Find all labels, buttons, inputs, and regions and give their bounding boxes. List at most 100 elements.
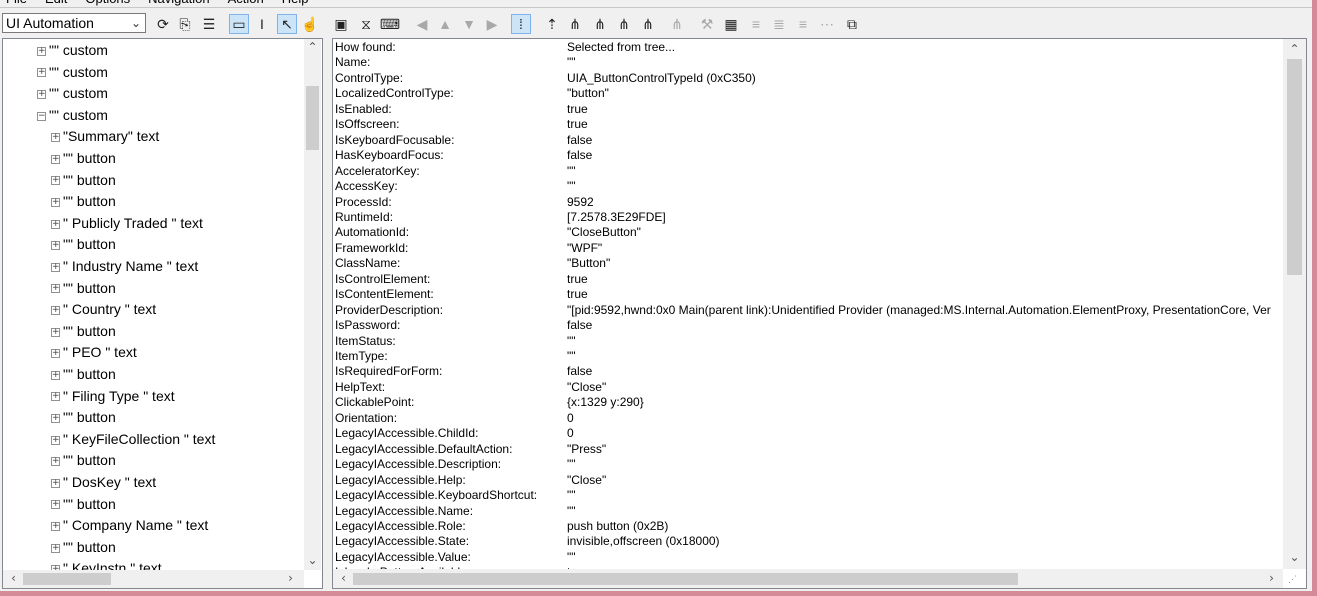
property-row[interactable]: RuntimeId: [7.2578.3E29FDE] bbox=[335, 210, 1280, 226]
menu-item-options[interactable]: Options bbox=[85, 0, 130, 6]
tree-item[interactable]: − "" custom bbox=[37, 105, 108, 126]
expand-icon[interactable]: + bbox=[51, 262, 60, 272]
goto-tree-button[interactable]: ⋔ bbox=[667, 14, 687, 34]
properties-horizontal-scroll-thumb[interactable] bbox=[353, 573, 1018, 585]
property-row[interactable]: ClassName: "Button" bbox=[335, 256, 1280, 272]
tree-item[interactable]: + " Country " text bbox=[51, 299, 156, 320]
goto-prev-sibling-button[interactable]: ⋔ bbox=[590, 14, 610, 34]
expand-icon[interactable]: + bbox=[51, 435, 60, 445]
highlight-rectangle-button[interactable]: ▭ bbox=[229, 14, 249, 34]
property-row[interactable]: AccessKey: "" bbox=[335, 179, 1280, 195]
tree-vertical-scrollbar[interactable]: ⌃ ⌄ bbox=[304, 39, 321, 570]
nav-back-button[interactable]: ◀ bbox=[412, 14, 432, 34]
property-row[interactable]: LegacyIAccessible.Name: "" bbox=[335, 504, 1280, 520]
menu-item-action[interactable]: Action bbox=[228, 0, 264, 6]
tree-item[interactable]: + "" button bbox=[51, 234, 116, 255]
tree-item[interactable]: + "" custom bbox=[37, 62, 108, 83]
focus-track-button[interactable]: ▣ bbox=[331, 14, 351, 34]
expand-icon[interactable]: + bbox=[51, 197, 60, 207]
expand-icon[interactable]: + bbox=[51, 219, 60, 229]
properties-button[interactable]: ☰ bbox=[199, 14, 219, 34]
menu-item-file[interactable]: File bbox=[6, 0, 27, 6]
property-row[interactable]: ProviderDescription: "[pid:9592,hwnd:0x0 … bbox=[335, 303, 1280, 319]
goto-parent-button[interactable]: ⇡ bbox=[542, 14, 562, 34]
chevron-down-icon[interactable]: ⌄ bbox=[131, 14, 141, 32]
expand-icon[interactable]: + bbox=[37, 89, 46, 99]
action-3-button[interactable]: ≡ bbox=[793, 14, 813, 34]
action-2-button[interactable]: ≣ bbox=[769, 14, 789, 34]
property-row[interactable]: ClickablePoint: {x:1329 y:290} bbox=[335, 395, 1280, 411]
tree-item[interactable]: + "" button bbox=[51, 278, 116, 299]
scroll-down-arrow-icon[interactable]: ⌄ bbox=[304, 552, 321, 569]
property-row[interactable]: IsOffscreen: true bbox=[335, 117, 1280, 133]
goto-first-child-button[interactable]: ⋔ bbox=[565, 14, 585, 34]
expand-icon[interactable]: + bbox=[37, 46, 46, 56]
property-row[interactable]: LegacyIAccessible.KeyboardShortcut: "" bbox=[335, 488, 1280, 504]
property-row[interactable]: IsPassword: false bbox=[335, 318, 1280, 334]
property-row[interactable]: LegacyIAccessible.DefaultAction: "Press" bbox=[335, 442, 1280, 458]
scroll-left-arrow-icon[interactable]: ‹ bbox=[5, 570, 22, 587]
resize-grip-icon[interactable]: ⋰ bbox=[1288, 572, 1302, 586]
property-row[interactable]: LegacyIAccessible.Value: "" bbox=[335, 550, 1280, 566]
tree-vertical-scroll-thumb[interactable] bbox=[306, 86, 319, 150]
scroll-up-arrow-icon[interactable]: ⌃ bbox=[1286, 41, 1303, 58]
property-row[interactable]: LegacyIAccessible.State: invisible,offscr… bbox=[335, 534, 1280, 550]
property-row[interactable]: LegacyIAccessible.Help: "Close" bbox=[335, 473, 1280, 489]
expand-icon[interactable]: + bbox=[51, 133, 60, 143]
tree-view-button[interactable]: ⁞ bbox=[511, 14, 531, 34]
pane-splitter[interactable] bbox=[323, 38, 332, 589]
tree-item[interactable]: + " KeyFileCollection " text bbox=[51, 429, 215, 450]
property-row[interactable]: HasKeyboardFocus: false bbox=[335, 148, 1280, 164]
events-button[interactable]: ⧉ bbox=[842, 14, 862, 34]
tree-horizontal-scrollbar[interactable]: ‹ › bbox=[3, 570, 304, 588]
expand-icon[interactable]: + bbox=[51, 543, 60, 553]
properties-vertical-scroll-thumb[interactable] bbox=[1287, 59, 1302, 275]
tree-horizontal-scroll-thumb[interactable] bbox=[23, 573, 111, 585]
expand-icon[interactable]: + bbox=[51, 478, 60, 488]
select-pointer-button[interactable]: ↖ bbox=[277, 14, 297, 34]
property-row[interactable]: HelpText: "Close" bbox=[335, 380, 1280, 396]
collapse-icon[interactable]: − bbox=[37, 111, 46, 121]
tree-item[interactable]: + " Publicly Traded " text bbox=[51, 213, 203, 234]
property-row[interactable]: LegacyIAccessible.Description: "" bbox=[335, 457, 1280, 473]
scroll-down-arrow-icon[interactable]: ⌄ bbox=[1286, 549, 1303, 566]
nav-up-button[interactable]: ▲ bbox=[435, 14, 455, 34]
tree-item[interactable]: + "" button bbox=[51, 148, 116, 169]
expand-icon[interactable]: + bbox=[51, 457, 60, 467]
properties-vertical-scrollbar[interactable]: ⌃ ⌄ bbox=[1283, 39, 1306, 569]
tree-item[interactable]: + " KeyInstn " text bbox=[51, 558, 162, 570]
scroll-right-arrow-icon[interactable]: › bbox=[282, 570, 299, 587]
tree-item[interactable]: + " PEO " text bbox=[51, 342, 137, 363]
menu-item-help[interactable]: Help bbox=[282, 0, 309, 6]
hourglass-button[interactable]: ⧖ bbox=[356, 14, 376, 34]
expand-icon[interactable]: + bbox=[51, 327, 60, 337]
property-row[interactable]: FrameworkId: "WPF" bbox=[335, 241, 1280, 257]
mode-select[interactable]: UI Automation ⌄ bbox=[2, 13, 146, 33]
expand-icon[interactable]: + bbox=[51, 521, 60, 531]
tree-item[interactable]: + "" button bbox=[51, 537, 116, 558]
hover-track-button[interactable]: ☝ bbox=[300, 14, 320, 34]
expand-icon[interactable]: + bbox=[51, 241, 60, 251]
goto-next-sibling-button[interactable]: ⋔ bbox=[614, 14, 634, 34]
menu-item-edit[interactable]: Edit bbox=[45, 0, 67, 6]
tree-item[interactable]: + "" button bbox=[51, 450, 116, 471]
refresh-button[interactable]: ⟳ bbox=[153, 14, 173, 34]
expand-icon[interactable]: + bbox=[51, 413, 60, 423]
scroll-left-arrow-icon[interactable]: ‹ bbox=[335, 570, 352, 587]
expand-icon[interactable]: + bbox=[51, 305, 60, 315]
property-row[interactable]: How found: Selected from tree... bbox=[335, 40, 1280, 56]
tree-item[interactable]: + " DosKey " text bbox=[51, 472, 156, 493]
tree-item[interactable]: + "" custom bbox=[37, 40, 108, 61]
menu-item-navigation[interactable]: Navigation bbox=[148, 0, 209, 6]
tree-item[interactable]: + "" custom bbox=[37, 83, 108, 104]
expand-icon[interactable]: + bbox=[37, 68, 46, 78]
scroll-up-arrow-icon[interactable]: ⌃ bbox=[304, 39, 321, 56]
expand-icon[interactable]: + bbox=[51, 154, 60, 164]
tree-item[interactable]: + " Industry Name " text bbox=[51, 256, 198, 277]
tree-item[interactable]: + "" button bbox=[51, 364, 116, 385]
property-row[interactable]: AcceleratorKey: "" bbox=[335, 164, 1280, 180]
tree-item[interactable]: + "" button bbox=[51, 191, 116, 212]
expand-icon[interactable]: + bbox=[51, 284, 60, 294]
expand-icon[interactable]: + bbox=[51, 349, 60, 359]
property-row[interactable]: ProcessId: 9592 bbox=[335, 195, 1280, 211]
